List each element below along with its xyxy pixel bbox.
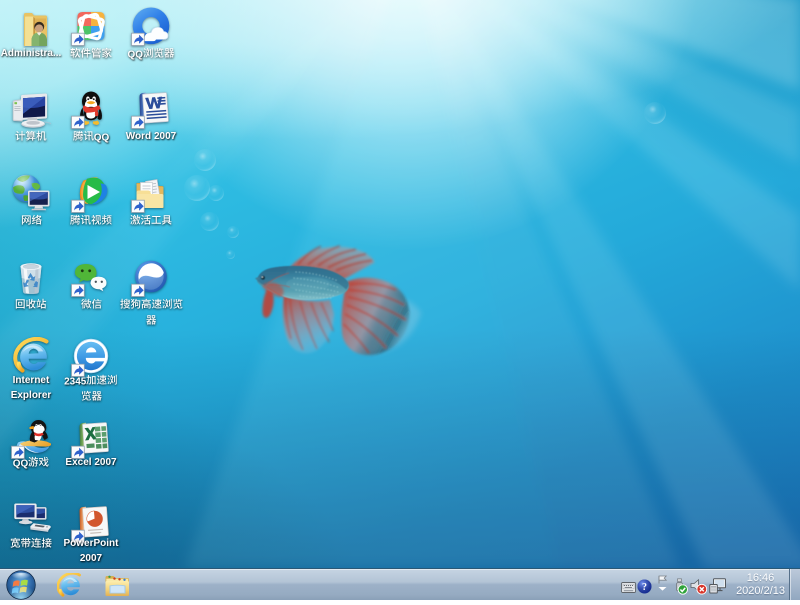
svg-text:?: ? bbox=[642, 582, 647, 593]
